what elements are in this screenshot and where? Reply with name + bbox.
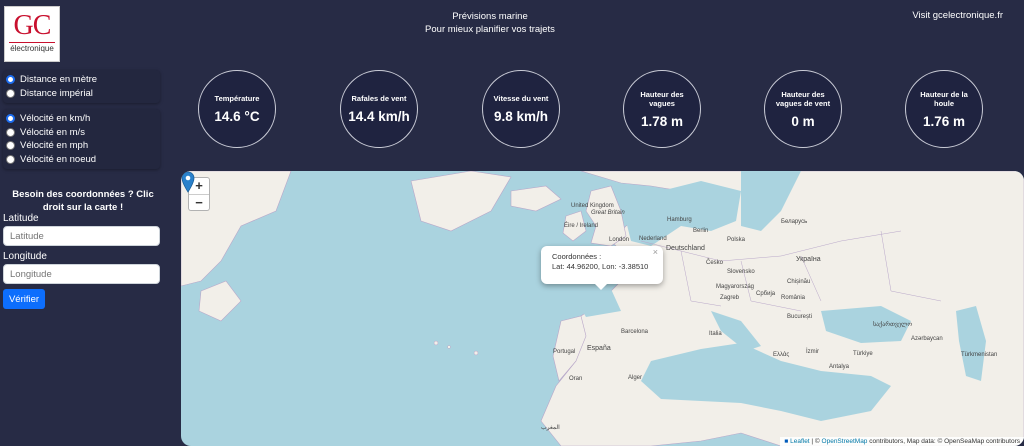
metric-temperature: Température 14.6 °C [198, 70, 276, 148]
metric-wave-height: Hauteur des vagues 1.78 m [623, 70, 701, 148]
metric-value: 9.8 km/h [493, 109, 549, 124]
velocity-mph-label: Vélocité en mph [20, 140, 89, 152]
velocity-ms-radio[interactable] [6, 127, 15, 137]
map-label-oran: Oran [569, 376, 583, 382]
velocity-ms-option[interactable]: Vélocité en m/s [6, 126, 157, 140]
metric-value: 1.76 m [922, 113, 966, 129]
map-label-romania: România [781, 295, 806, 301]
metric-label: Hauteur des vagues [640, 89, 684, 108]
map-label-barcelona: Barcelona [621, 329, 649, 335]
velocity-knot-option[interactable]: Vélocité en noeud [6, 153, 157, 167]
map-label-ellas: Ελλάς [773, 352, 790, 358]
header-titles: Prévisions marine Pour mieux planifier v… [380, 10, 600, 36]
map-attribution: ■ Leaflet | © OpenStreetMap contributors… [780, 437, 1024, 446]
velocity-knot-label: Vélocité en noeud [20, 153, 97, 165]
popup-title: Coordonnées : [552, 252, 602, 261]
map-label-bucuresti: București [787, 314, 813, 320]
distance-metric-option[interactable]: Distance en mètre [6, 73, 157, 87]
popup-tip [594, 283, 608, 290]
map-label-zagreb: Zagreb [720, 295, 740, 301]
map-label-alger: Alger [628, 375, 643, 381]
velocity-kmh-label: Vélocité en km/h [20, 113, 91, 125]
map-label-polska: Polska [727, 237, 746, 243]
map-marker-icon[interactable] [181, 171, 195, 193]
distance-imperial-radio[interactable] [6, 88, 15, 98]
map-label-turkmenistan: Türkmenistan [961, 352, 998, 358]
leaflet-link[interactable]: Leaflet [790, 438, 810, 445]
latitude-label: Latitude [3, 213, 39, 224]
velocity-knot-radio[interactable] [6, 154, 15, 164]
metric-wind-wave-height: Hauteur des vagues de vent 0 m [764, 70, 842, 148]
map-label-antalya: Antalya [829, 364, 850, 370]
longitude-label: Longitude [3, 251, 47, 262]
metric-label: Hauteur des vagues de vent [775, 89, 831, 108]
velocity-unit-group: Vélocité en km/h Vélocité en m/s Vélocit… [3, 109, 160, 169]
map-label-srbija: Србија [756, 291, 776, 297]
attrib-text: contributors, Map data: © OpenSeaMap con… [867, 438, 1020, 445]
distance-metric-radio[interactable] [6, 75, 15, 85]
map-label-nederland: Nederland [639, 236, 667, 242]
metric-label: Rafales de vent [351, 94, 407, 103]
map-label-izmir: İzmir [806, 349, 819, 355]
map-label-portugal: Portugal [553, 349, 576, 355]
map-label-magyarorszag: Magyarország [716, 284, 755, 290]
distance-imperial-option[interactable]: Distance impérial [6, 87, 157, 101]
map-label-italia: Italia [709, 331, 722, 337]
map-label-sakartvelo: საქართველო [873, 322, 913, 328]
page-title: Prévisions marine [452, 11, 528, 22]
map-label-berlin: Berlin [693, 228, 709, 234]
popup-coords: Lat: 44.96200, Lon: -3.38510 [552, 261, 649, 271]
map-label-ireland: Éire / Ireland [564, 223, 599, 229]
map-label-deutschland: Deutschland [666, 245, 705, 252]
zoom-out-button[interactable]: − [189, 194, 209, 210]
site-logo[interactable]: GC électronique [4, 6, 60, 62]
map-label-hamburg: Hamburg [667, 217, 692, 223]
metric-swell-height: Hauteur de la houle 1.76 m [905, 70, 983, 148]
metric-value: 14.4 km/h [348, 109, 410, 124]
map-label-maroc: المغرب [541, 425, 560, 431]
velocity-kmh-radio[interactable] [6, 114, 15, 124]
metric-label: Température [214, 94, 260, 103]
map[interactable]: + − United Kingdom Great Britain Éire / … [181, 171, 1024, 446]
distance-unit-group: Distance en mètre Distance impérial [3, 70, 160, 103]
metric-value: 0 m [791, 113, 815, 129]
velocity-mph-option[interactable]: Vélocité en mph [6, 139, 157, 153]
map-label-cesko: Česko [706, 260, 724, 266]
map-label-slovensko: Slovensko [727, 269, 755, 275]
metric-wind-gusts: Rafales de vent 14.4 km/h [340, 70, 418, 148]
metric-wind-speed: Vitesse du vent 9.8 km/h [482, 70, 560, 148]
map-label-london: London [609, 237, 630, 243]
map-label-chisinau: Chișinău [787, 279, 811, 285]
visit-link[interactable]: Visit gcelectronique.fr [912, 10, 1003, 21]
velocity-mph-radio[interactable] [6, 141, 15, 151]
map-label-gb: Great Britain [591, 210, 625, 216]
metric-label: Hauteur de la houle [920, 89, 968, 108]
coords-popup: × Coordonnées : Lat: 44.96200, Lon: -3.3… [541, 246, 663, 284]
distance-imperial-label: Distance impérial [20, 87, 93, 99]
map-label-ukraina: Україна [796, 256, 821, 263]
attrib-sep: | © [809, 438, 822, 445]
map-label-uk: United Kingdom [571, 203, 614, 209]
page-subtitle: Pour mieux planifier vos trajets [425, 24, 555, 35]
coords-help-title: Besoin des coordonnées ? Clic droit sur … [12, 189, 154, 213]
logo-sub: électronique [9, 42, 55, 53]
longitude-input[interactable] [3, 264, 160, 284]
metric-value: 1.78 m [640, 113, 684, 129]
map-label-belarus: Беларусь [781, 219, 808, 225]
distance-metric-label: Distance en mètre [20, 74, 98, 86]
metric-value: 14.6 °C [214, 109, 260, 124]
map-label-azerbaycan: Azərbaycan [911, 336, 943, 342]
velocity-kmh-option[interactable]: Vélocité en km/h [6, 112, 157, 126]
logo-main: GC [13, 10, 52, 41]
latitude-input[interactable] [3, 226, 160, 246]
velocity-ms-label: Vélocité en m/s [20, 126, 85, 138]
metric-label: Vitesse du vent [493, 94, 549, 103]
verify-button[interactable]: Vérifier [3, 289, 45, 309]
popup-close-button[interactable]: × [653, 247, 658, 258]
osm-link[interactable]: OpenStreetMap [822, 438, 868, 445]
map-label-espana: España [587, 345, 611, 352]
map-label-turkiye: Türkiye [853, 351, 873, 357]
